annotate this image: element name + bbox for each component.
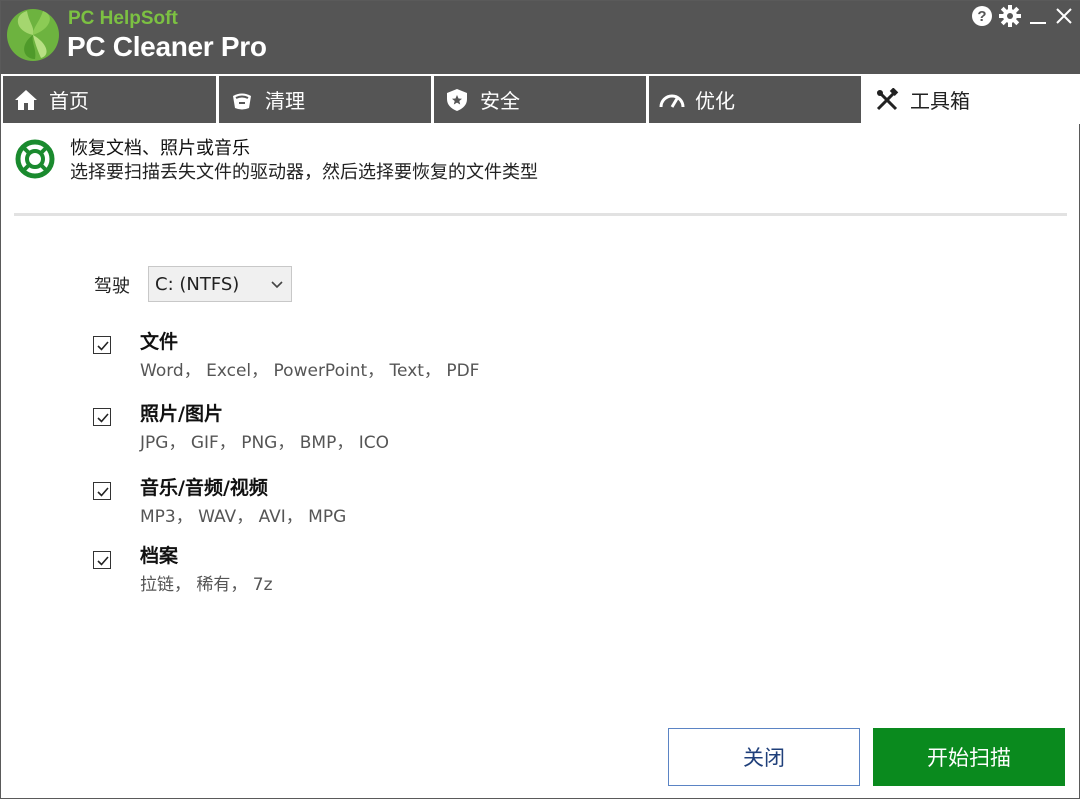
divider (14, 213, 1067, 216)
option-types: MP3， WAV， AVI， MPG (140, 507, 347, 527)
app-title: PC Cleaner Pro (67, 31, 267, 62)
section-subtitle: 选择要扫描丢失文件的驱动器，然后选择要恢复的文件类型 (70, 162, 538, 183)
option-title: 文件 (140, 331, 179, 353)
svg-text:?: ? (977, 8, 986, 25)
speedometer-icon (659, 87, 685, 113)
checkmark-icon (97, 341, 109, 351)
tab-label: 首页 (49, 89, 89, 113)
tab-label: 优化 (695, 89, 735, 113)
chevron-down-icon (271, 281, 283, 289)
minimize-button[interactable] (1025, 3, 1051, 29)
section-title: 恢复文档、照片或音乐 (70, 138, 250, 159)
close-icon (1056, 8, 1072, 24)
tab-label: 清理 (265, 89, 305, 113)
app-window: PC HelpSoft PC Cleaner Pro ? 首页 清理 安全 优化… (0, 0, 1080, 799)
title-bar: PC HelpSoft PC Cleaner Pro ? (1, 1, 1080, 74)
tools-icon (874, 87, 900, 113)
media-checkbox[interactable] (93, 482, 111, 500)
shield-icon (444, 87, 470, 113)
help-button[interactable]: ? (969, 3, 995, 29)
option-types: Word， Excel， PowerPoint， Text， PDF (140, 361, 480, 381)
tab-optimize[interactable]: 优化 (649, 74, 861, 123)
drive-selected-value: C: (NTFS) (155, 273, 240, 295)
checkmark-icon (97, 487, 109, 497)
drive-select[interactable]: C: (NTFS) (148, 266, 292, 302)
documents-checkbox[interactable] (93, 336, 111, 354)
home-icon (13, 87, 39, 113)
help-icon: ? (972, 6, 992, 26)
checkmark-icon (97, 556, 109, 566)
brand-company: PC HelpSoft (68, 8, 178, 29)
tab-security[interactable]: 安全 (434, 74, 646, 123)
close-button[interactable]: 关闭 (668, 728, 860, 786)
tab-clean[interactable]: 清理 (219, 74, 431, 123)
tab-toolbox[interactable]: 工具箱 (864, 74, 1080, 123)
option-types: 拉链， 稀有， 7z (140, 575, 273, 595)
drive-label: 驾驶 (94, 276, 130, 297)
start-scan-button[interactable]: 开始扫描 (873, 728, 1065, 786)
leaf-logo-icon (7, 9, 59, 61)
minimize-icon (1030, 22, 1046, 24)
close-window-button[interactable] (1051, 3, 1077, 29)
broom-icon (229, 87, 255, 113)
archives-checkbox[interactable] (93, 551, 111, 569)
option-title: 音乐/音频/视频 (140, 477, 268, 499)
option-title: 档案 (140, 545, 179, 567)
tab-label: 工具箱 (910, 89, 970, 113)
tab-home[interactable]: 首页 (3, 74, 216, 123)
lifebuoy-icon (15, 139, 55, 179)
option-title: 照片/图片 (140, 403, 223, 425)
tab-bar: 首页 清理 安全 优化 工具箱 (1, 74, 1080, 124)
option-types: JPG， GIF， PNG， BMP， ICO (140, 433, 390, 453)
tab-label: 安全 (480, 89, 520, 113)
gear-icon (999, 5, 1021, 27)
checkmark-icon (97, 413, 109, 423)
settings-button[interactable] (997, 3, 1023, 29)
photos-checkbox[interactable] (93, 408, 111, 426)
